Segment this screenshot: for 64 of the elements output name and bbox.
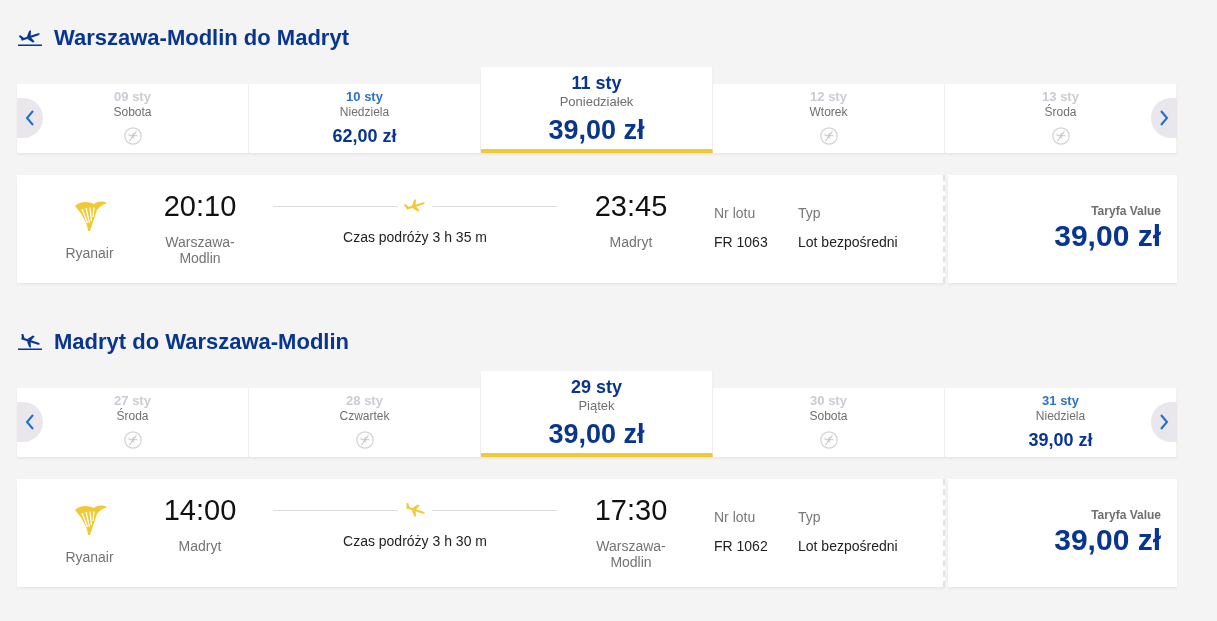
no-flights-icon bbox=[819, 431, 838, 449]
flight-number: FR 1062 bbox=[714, 538, 769, 554]
no-flights-icon bbox=[355, 431, 374, 449]
date-label: 29 sty bbox=[570, 376, 622, 398]
fare-name: Taryfa Value bbox=[1090, 508, 1161, 522]
route-title: Madryt do Warszawa-Modlin bbox=[54, 328, 349, 356]
price-label: 39,00 zł bbox=[1028, 429, 1093, 452]
landing-plane-icon bbox=[18, 334, 42, 350]
fare-name: Taryfa Value bbox=[1090, 204, 1161, 218]
chevron-left-icon bbox=[25, 110, 35, 126]
weekday-label: Poniedziałek bbox=[559, 94, 634, 110]
arrival-airport: Warszawa-Modlin bbox=[595, 538, 667, 570]
price-label: 39,00 zł bbox=[548, 114, 645, 147]
plane-icon bbox=[403, 503, 427, 517]
flight-number-label: Nr lotu bbox=[714, 205, 757, 221]
weekday-label: Sobota bbox=[809, 409, 848, 424]
date-label: 11 sty bbox=[571, 72, 622, 94]
flight-type-label: Typ bbox=[798, 509, 822, 525]
weekday-label: Środa bbox=[116, 409, 149, 424]
flight-duration: Czas podróży 3 h 35 m bbox=[343, 229, 487, 245]
route-title: Warszawa-Modlin do Madryt bbox=[54, 24, 349, 52]
arrival-time: 23:45 bbox=[594, 189, 668, 223]
arrival-airport: Madryt bbox=[609, 234, 653, 250]
price-label: 62,00 zł bbox=[332, 125, 397, 148]
date-tab[interactable]: 31 sty Niedziela 39,00 zł bbox=[945, 388, 1177, 457]
weekday-label: Czwartek bbox=[339, 409, 390, 424]
arrival-time: 17:30 bbox=[594, 493, 668, 527]
flight-duration: Czas podróży 3 h 30 m bbox=[343, 533, 487, 549]
chevron-right-icon bbox=[1159, 414, 1169, 430]
date-tab[interactable]: 11 sty Poniedziałek 39,00 zł bbox=[481, 67, 713, 153]
fare-price: 39,00 zł bbox=[1053, 219, 1161, 253]
departure-time: 14:00 bbox=[163, 493, 237, 527]
flight-number-label: Nr lotu bbox=[714, 509, 757, 525]
flight-number: FR 1063 bbox=[714, 234, 769, 250]
flight-type: Lot bezpośredni bbox=[798, 538, 899, 554]
flight-type: Lot bezpośredni bbox=[798, 234, 899, 250]
date-tab[interactable]: 10 sty Niedziela 62,00 zł bbox=[249, 84, 481, 153]
weekday-label: Wtorek bbox=[809, 105, 848, 120]
no-flights-icon bbox=[123, 127, 142, 145]
weekday-label: Piątek bbox=[578, 398, 615, 414]
no-flights-icon bbox=[123, 431, 142, 449]
chevron-left-icon bbox=[25, 414, 35, 430]
weekday-label: Środa bbox=[1044, 105, 1077, 120]
no-flights-icon bbox=[819, 127, 838, 145]
weekday-label: Niedziela bbox=[339, 105, 390, 120]
airline-name: Ryanair bbox=[65, 549, 114, 565]
departure-airport: Madryt bbox=[178, 538, 222, 554]
departure-time: 20:10 bbox=[163, 189, 237, 223]
plane-icon bbox=[403, 199, 427, 213]
fare-card[interactable]: Taryfa Value 39,00 zł bbox=[948, 175, 1177, 283]
flight-type-label: Typ bbox=[798, 205, 822, 221]
date-tab[interactable]: 29 sty Piątek 39,00 zł bbox=[481, 371, 713, 457]
chevron-right-icon bbox=[1159, 110, 1169, 126]
airline-name: Ryanair bbox=[65, 245, 114, 261]
price-label: 39,00 zł bbox=[548, 418, 645, 451]
date-label: 10 sty bbox=[346, 89, 383, 105]
weekday-label: Niedziela bbox=[1035, 409, 1086, 424]
weekday-label: Sobota bbox=[113, 105, 152, 120]
no-flights-icon bbox=[1051, 127, 1070, 145]
takeoff-plane-icon bbox=[18, 30, 42, 46]
departure-airport: Warszawa-Modlin bbox=[164, 234, 236, 266]
fare-price: 39,00 zł bbox=[1053, 523, 1161, 557]
fare-card[interactable]: Taryfa Value 39,00 zł bbox=[948, 479, 1177, 587]
date-label: 31 sty bbox=[1042, 393, 1079, 409]
